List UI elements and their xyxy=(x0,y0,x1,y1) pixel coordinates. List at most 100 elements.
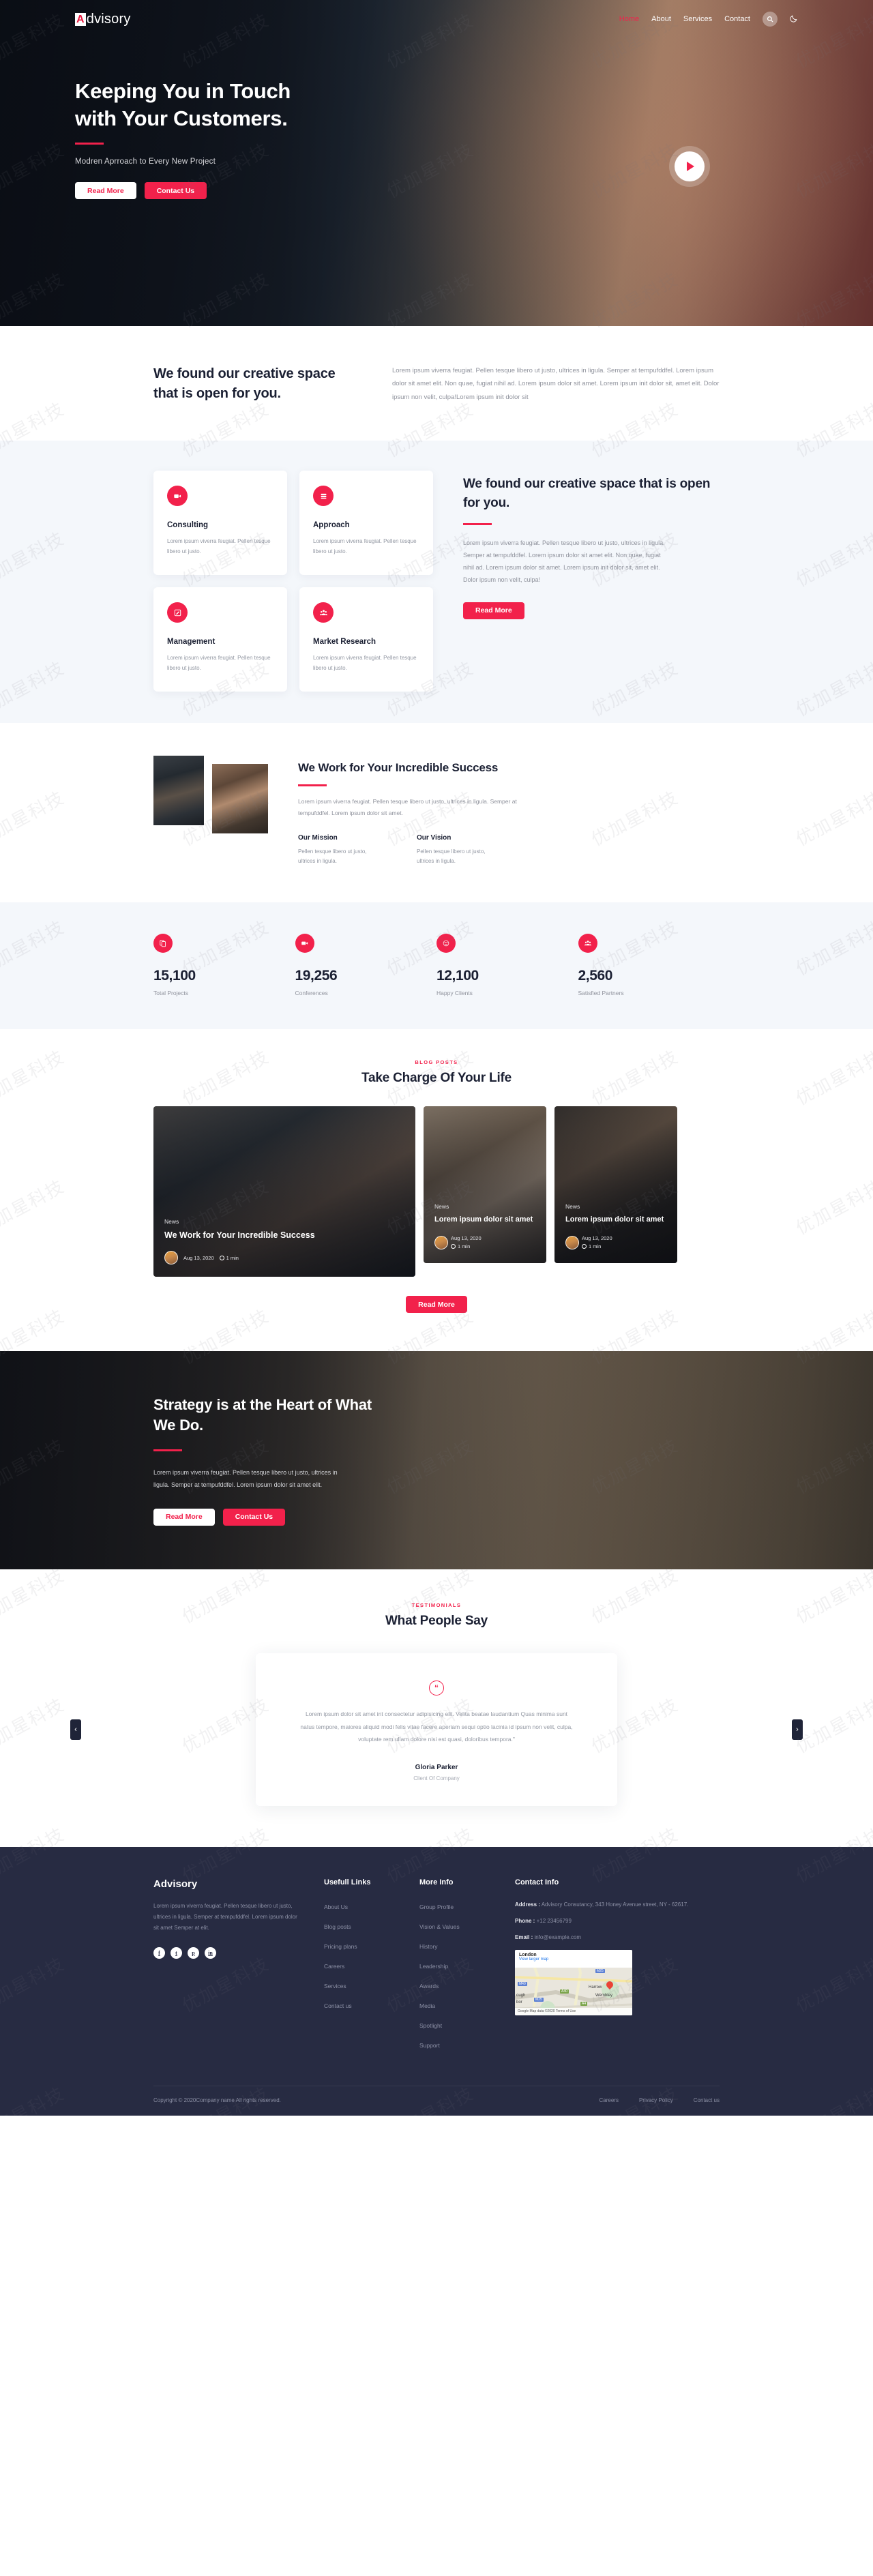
clock-icon: 1 min xyxy=(219,1254,239,1261)
map-label: bor xyxy=(516,2000,522,2004)
footer-link-group-profile[interactable]: Group Profile xyxy=(419,1904,454,1910)
feature-card-management[interactable]: Management Lorem ipsum viverra feugiat. … xyxy=(153,587,287,692)
footer-link-vision-values[interactable]: Vision & Values xyxy=(419,1923,460,1930)
stat-label: Satisfied Partners xyxy=(578,990,624,997)
feature-text: Lorem ipsum viverra feugiat. Pellen tesq… xyxy=(313,538,417,555)
testimonial-author-name: Gloria Parker xyxy=(415,1764,458,1772)
footer-link-contact-us[interactable]: Contact us xyxy=(324,2002,352,2009)
footer-link-leadership[interactable]: Leadership xyxy=(419,1963,448,1970)
footer-link-pricing-plans[interactable]: Pricing plans xyxy=(324,1943,357,1950)
blog-eyebrow: BLOG POSTS xyxy=(415,1059,458,1066)
moon-icon[interactable] xyxy=(790,14,798,25)
hero-read-more-button[interactable]: Read More xyxy=(75,182,136,200)
facebook-icon[interactable]: f xyxy=(153,1947,165,1959)
feature-card-approach[interactable]: Approach Lorem ipsum viverra feugiat. Pe… xyxy=(299,471,433,575)
map-badge: A4 xyxy=(580,2001,588,2006)
post-category: News xyxy=(164,1218,179,1226)
footer-column-title: Usefull Links xyxy=(324,1878,371,1887)
footer-address: Address : Advisory Consutancy, 343 Honey… xyxy=(515,1900,720,1910)
stat-happy-clients: 12,100 Happy Clients xyxy=(436,934,578,996)
blog-post-card[interactable]: News Lorem ipsum dolor sit amet Aug 13, … xyxy=(554,1106,677,1264)
map-label: Harrow xyxy=(589,1985,602,1989)
avatar xyxy=(434,1236,448,1250)
footer-phone-value[interactable]: +12 23456799 xyxy=(535,1918,572,1924)
footer-column-title: More Info xyxy=(419,1878,454,1887)
clock-icon: 1 min xyxy=(451,1243,470,1250)
strategy-contact-us-button[interactable]: Contact Us xyxy=(222,1508,286,1526)
search-icon[interactable] xyxy=(763,12,778,27)
strategy-read-more-button[interactable]: Read More xyxy=(153,1508,215,1526)
post-date: Aug 13, 2020 xyxy=(183,1254,214,1261)
footer-column-title: Contact Info xyxy=(515,1878,559,1887)
footer-bottom-link-privacy-policy[interactable]: Privacy Policy xyxy=(639,2097,673,2103)
accent-divider xyxy=(298,784,327,787)
map-footer: Google Map data ©2020 Terms of Use xyxy=(515,2007,632,2015)
footer-link-awards[interactable]: Awards xyxy=(419,1983,439,1989)
features-read-more-button[interactable]: Read More xyxy=(463,602,524,619)
footer-link-support[interactable]: Support xyxy=(419,2042,440,2049)
twitter-icon[interactable]: t xyxy=(171,1947,182,1959)
features-heading: We found our creative space that is open… xyxy=(463,477,711,510)
work-paragraph: Lorem ipsum viverra feugiat. Pellen tesq… xyxy=(298,798,517,816)
footer-brand: Advisory Lorem ipsum viverra feugiat. Pe… xyxy=(153,1878,324,2058)
map-badge: M25 xyxy=(534,1997,544,2002)
stat-label: Conferences xyxy=(295,990,328,997)
footer-phone: Phone : +12 23456799 xyxy=(515,1916,720,1927)
chevron-right-icon[interactable]: › xyxy=(792,1719,803,1741)
footer-link-media[interactable]: Media xyxy=(419,2002,435,2009)
post-read-time: 1 min xyxy=(458,1243,471,1249)
work-image-presenter xyxy=(212,763,268,833)
footer-bottom-link-contact-us[interactable]: Contact us xyxy=(694,2097,720,2103)
nav-item-contact[interactable]: Contact xyxy=(724,15,750,23)
footer-link-services[interactable]: Services xyxy=(324,1983,346,1989)
footer-link-history[interactable]: History xyxy=(419,1943,437,1950)
play-icon[interactable] xyxy=(675,151,705,181)
stats-section: 15,100 Total Projects 19,256 Conferences… xyxy=(0,902,873,1030)
footer-email-value[interactable]: info@example.com xyxy=(533,1934,581,1940)
nav-item-home[interactable]: Home xyxy=(619,15,639,23)
post-category: News xyxy=(434,1203,449,1211)
hero-title: Keeping You in Touch with Your Customers… xyxy=(75,79,291,130)
nav-item-about[interactable]: About xyxy=(651,15,671,23)
map-badge: M25 xyxy=(595,1968,605,1973)
work-heading: We Work for Your Incredible Success xyxy=(298,760,499,774)
feature-card-market-research[interactable]: Market Research Lorem ipsum viverra feug… xyxy=(299,587,433,692)
post-read-time: 1 min xyxy=(226,1254,239,1261)
blog-post-card[interactable]: News Lorem ipsum dolor sit amet Aug 13, … xyxy=(424,1106,546,1264)
footer-link-careers[interactable]: Careers xyxy=(324,1963,344,1970)
footer-brand-title: Advisory xyxy=(153,1878,198,1891)
video-camera-icon xyxy=(167,486,188,507)
stat-value: 19,256 xyxy=(295,968,338,984)
site-logo[interactable]: Advisory xyxy=(75,12,131,27)
map-view-larger-link[interactable]: View larger map xyxy=(519,1957,628,1961)
stat-total-projects: 15,100 Total Projects xyxy=(153,934,295,996)
blog-post-card[interactable]: News We Work for Your Incredible Success… xyxy=(153,1106,415,1277)
feature-text: Lorem ipsum viverra feugiat. Pellen tesq… xyxy=(313,655,417,671)
map-badge: A40 xyxy=(560,1989,569,1994)
footer-link-blog-posts[interactable]: Blog posts xyxy=(324,1923,351,1930)
footer-bottom-link-careers[interactable]: Careers xyxy=(600,2097,619,2103)
logo-text: dvisory xyxy=(86,11,131,27)
footer-link-about-us[interactable]: About Us xyxy=(324,1904,348,1910)
map-label: Wembley xyxy=(595,1993,612,1998)
our-vision-block: Our Vision Pellen tesque libero ut justo… xyxy=(417,834,492,868)
footer-address-value: Advisory Consutancy, 343 Honey Avenue st… xyxy=(539,1901,689,1908)
pinterest-icon[interactable]: p xyxy=(188,1947,199,1959)
location-map[interactable]: M25 M40 M25 A40 A4 Harrow Wembley ough b… xyxy=(515,1949,632,2015)
blog-read-more-button[interactable]: Read More xyxy=(406,1296,467,1314)
chevron-left-icon[interactable]: ‹ xyxy=(70,1719,81,1741)
main-navigation: Advisory Home About Services Contact xyxy=(0,0,873,38)
features-paragraph: Lorem ipsum viverra feugiat. Pellen tesq… xyxy=(463,539,665,583)
feature-cards: Consulting Lorem ipsum viverra feugiat. … xyxy=(153,471,433,692)
feature-title: Market Research xyxy=(313,638,376,646)
linkedin-icon[interactable]: in xyxy=(205,1947,216,1959)
smiley-icon xyxy=(436,934,456,953)
post-title: Lorem ipsum dolor sit amet xyxy=(434,1215,533,1224)
video-camera-icon xyxy=(295,934,314,953)
accent-divider xyxy=(75,143,104,145)
footer-link-spotlight[interactable]: Spotlight xyxy=(419,2022,442,2029)
nav-item-services[interactable]: Services xyxy=(683,15,712,23)
feature-card-consulting[interactable]: Consulting Lorem ipsum viverra feugiat. … xyxy=(153,471,287,575)
hero-contact-us-button[interactable]: Contact Us xyxy=(144,182,207,200)
avatar xyxy=(164,1251,178,1265)
